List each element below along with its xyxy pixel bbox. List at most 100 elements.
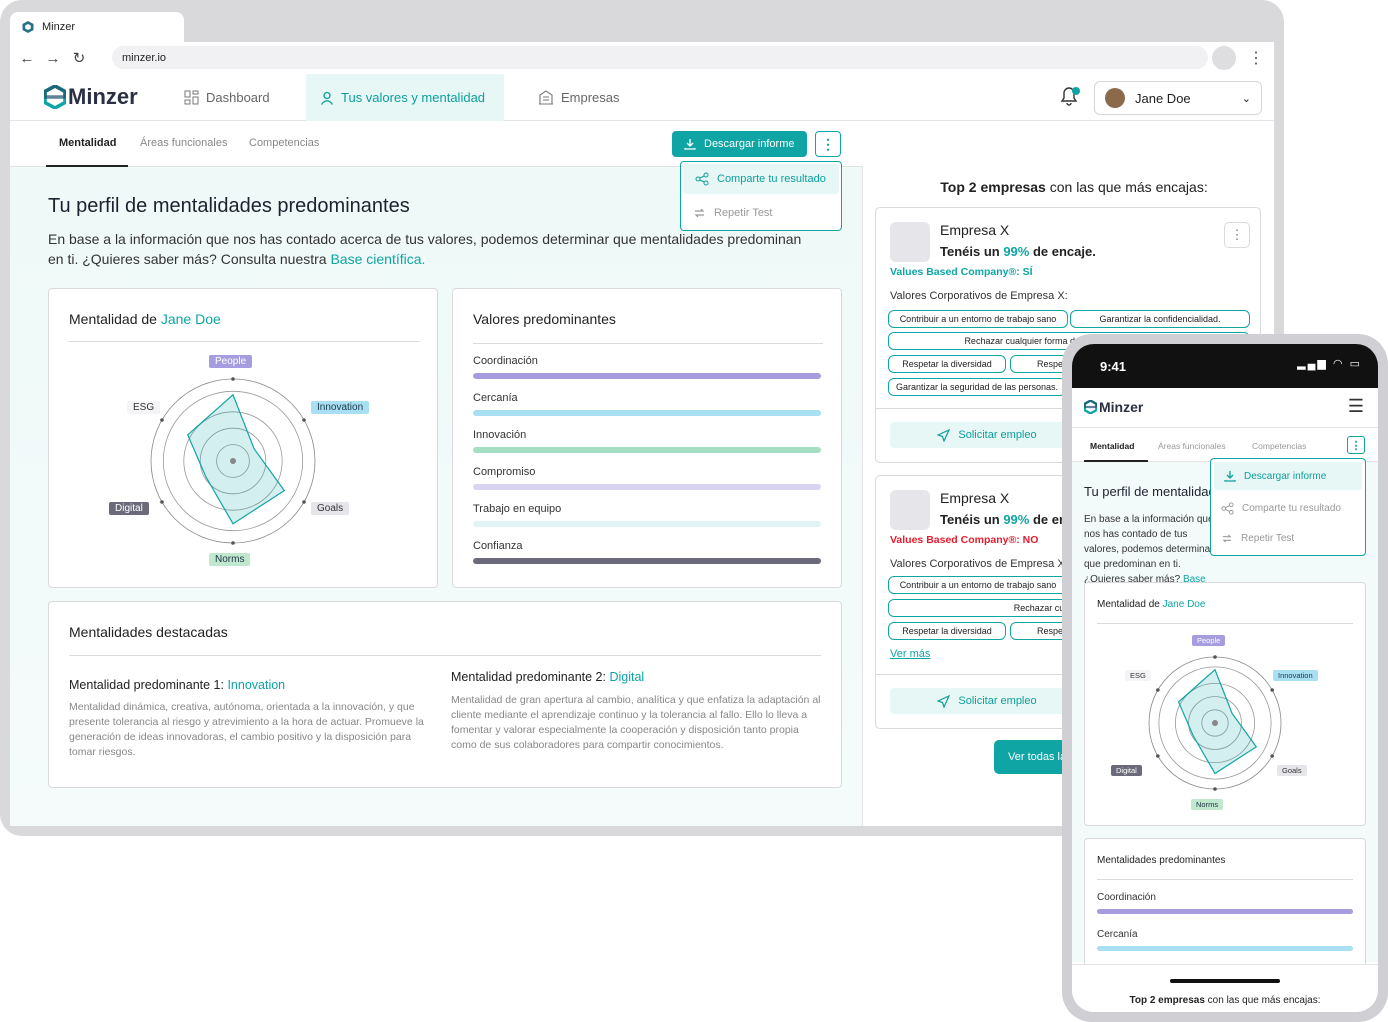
phone-radar-card: Mentalidad de Jane Doe People Innovation G… [1084, 582, 1366, 826]
phone-values-title: Mentalidades predominantes [1097, 855, 1226, 866]
tab-mentalidad[interactable]: Mentalidad [1090, 441, 1134, 451]
radar-axis-point [231, 541, 235, 545]
mentality-1-title: Mentalidad predominante 1: Innovation [69, 678, 285, 692]
company-logo [890, 222, 930, 262]
companies-title-bold: Top 2 empresas [1129, 995, 1205, 1006]
value-label: Trabajo en equipo [473, 503, 562, 515]
more-options-button[interactable]: ⋮ [815, 131, 841, 157]
nav-companies[interactable]: Empresas [538, 74, 620, 121]
radar-label-norms: Norms [1191, 799, 1224, 810]
value-label: Confianza [473, 540, 523, 552]
values-card-title: Valores predominantes [473, 311, 616, 327]
minzer-favicon-icon [22, 21, 34, 33]
download-label: Descargar informe [1244, 470, 1327, 482]
value-bar [473, 521, 821, 527]
tab-areas[interactable]: Áreas funcionales [140, 137, 227, 149]
phone-logo[interactable]: Minzer [1084, 399, 1143, 415]
download-label: Descargar informe [704, 138, 795, 150]
phone-options-dropdown: Descargar informe Comparte tu resultado … [1210, 458, 1366, 556]
radar-label-esg: ESG [1125, 670, 1151, 681]
value-bar [1097, 909, 1353, 914]
company-match: Tenéis un 99% de enca [940, 512, 1081, 527]
mentality-2-prefix: Mentalidad predominante 2: [451, 670, 610, 684]
radar-label-goals: Goals [1277, 765, 1307, 776]
nav-dashboard[interactable]: Dashboard [184, 74, 270, 121]
avatar [1105, 88, 1125, 108]
active-tab-indicator [46, 165, 128, 167]
radar-label-digital: Digital [1111, 765, 1142, 776]
repeat-test-item[interactable]: Repetir Test [681, 196, 841, 230]
minzer-logo[interactable]: Minzer [44, 84, 138, 110]
share-result-item[interactable]: Comparte tu resultado [683, 164, 839, 194]
value-bar [473, 410, 821, 416]
signal-wifi-battery-icon: ▂▄▆ ◠ ▭ [1297, 358, 1362, 370]
repeat-test-item[interactable]: Repetir Test [1211, 523, 1365, 553]
match-prefix: Tenéis un [940, 512, 1004, 527]
repeat-label: Repetir Test [1241, 532, 1295, 544]
tab-mentalidad[interactable]: Mentalidad [59, 137, 116, 149]
value-chip: Contribuir a un entorno de trabajo sano [888, 310, 1068, 328]
company-options-button[interactable]: ⋮ [1224, 222, 1250, 248]
notification-dot [1072, 87, 1080, 95]
tab-areas[interactable]: Áreas funcionales [1158, 441, 1226, 451]
value-chip: Garantizar la confidencialidad. [1070, 310, 1250, 328]
apply-label: Solicitar empleo [958, 429, 1037, 441]
mentality-2-title: Mentalidad predominante 2: Digital [451, 670, 644, 684]
forward-icon[interactable]: → [44, 50, 62, 67]
user-menu[interactable]: Jane Doe ⌄ [1094, 81, 1262, 115]
app-header: Minzer Dashboard Tus valores y mentalida… [10, 74, 1274, 121]
browser-menu-icon[interactable]: ⋮ [1248, 48, 1264, 68]
mentality-1-prefix: Mentalidad predominante 1: [69, 678, 228, 692]
value-bar [1097, 946, 1353, 951]
reload-icon[interactable]: ↻ [70, 49, 88, 67]
user-icon [320, 91, 334, 105]
value-chip: Respetar la diversidad [888, 622, 1006, 640]
radar-axis-point [1156, 754, 1160, 758]
profile-icon[interactable] [1212, 46, 1236, 70]
phone-bottom-bar: Top 2 empresas con las que más encajas: [1072, 964, 1378, 1012]
radar-label-esg: ESG [127, 401, 161, 414]
phone-screen: 9:41 ▂▄▆ ◠ ▭ Minzer ☰ Mentalidad Áreas f… [1072, 344, 1378, 1012]
chevron-down-icon: ⌄ [1241, 92, 1251, 105]
phone-mockup: 9:41 ▂▄▆ ◠ ▭ Minzer ☰ Mentalidad Áreas f… [1062, 334, 1388, 1022]
url-bar[interactable]: minzer.io [112, 46, 1208, 69]
phone-radar-chart [1148, 655, 1282, 791]
browser-tab[interactable]: Minzer [10, 12, 184, 42]
download-report-button[interactable]: Descargar informe [672, 131, 807, 157]
radar-axis-point [1213, 787, 1217, 791]
value-chip: Garantizar la seguridad de las personas. [888, 378, 1066, 396]
divider [1097, 879, 1353, 880]
nav-values[interactable]: Tus valores y mentalidad [306, 74, 504, 121]
match-percent: 99% [1003, 244, 1030, 259]
send-icon [937, 428, 951, 442]
apply-button[interactable]: Solicitar empleo [890, 422, 1084, 448]
tab-title: Minzer [42, 21, 76, 33]
radar-axis-point [302, 418, 306, 422]
tab-competencias[interactable]: Competencias [1252, 441, 1306, 451]
more-options-button[interactable]: ⋮ [1347, 436, 1365, 454]
back-icon[interactable]: ← [18, 50, 36, 67]
minzer-logo-icon [44, 85, 66, 109]
hamburger-menu-icon[interactable]: ☰ [1348, 396, 1364, 417]
share-result-item[interactable]: Comparte tu resultado [1211, 493, 1365, 523]
corporate-values-title: Valores Corporativos de Empresa X: [890, 290, 1068, 302]
logo-text: Minzer [68, 84, 138, 109]
page-title: Tu perfil de mentalidades predominantes [48, 195, 410, 217]
page-description: En base a la información que nos has con… [48, 229, 808, 269]
download-report-item[interactable]: Descargar informe [1214, 462, 1362, 490]
apply-button[interactable]: Solicitar empleo [890, 688, 1084, 714]
phone-header: Minzer ☰ [1072, 388, 1378, 428]
url-text: minzer.io [122, 51, 167, 64]
value-bar [473, 484, 821, 490]
value-chip: Respetar la diversidad [888, 355, 1006, 373]
radar-area [187, 393, 286, 525]
send-icon [937, 694, 951, 708]
address-row: ← → ↻ minzer.io ⋮ [10, 42, 1274, 74]
status-time: 9:41 [1100, 359, 1127, 374]
tab-competencias[interactable]: Competencias [249, 137, 319, 149]
companies-title-rest: con las que más encajas: [1204, 995, 1321, 1006]
radar-center [1212, 720, 1218, 726]
phone-companies-title: Top 2 empresas con las que más encajas: [1072, 995, 1378, 1006]
scientific-base-link[interactable]: Base científica. [330, 251, 425, 267]
see-more-link[interactable]: Ver más [890, 648, 930, 660]
